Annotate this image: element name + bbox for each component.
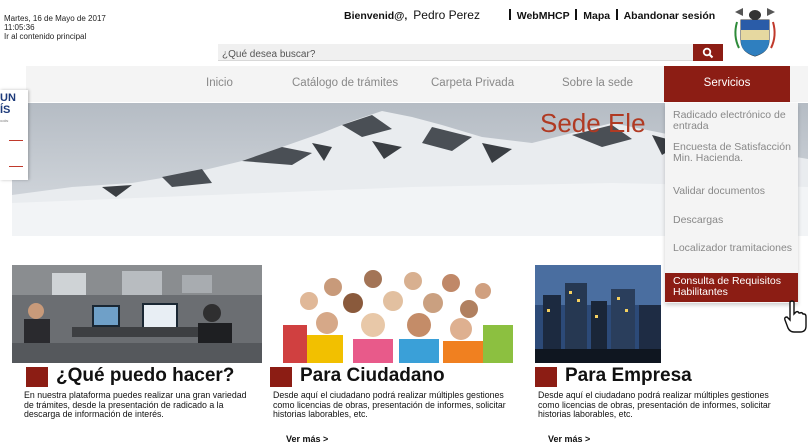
card-title-que-puedo-hacer[interactable]: ¿Qué puedo hacer? [26,365,262,387]
user-name: Pedro Perez [413,8,480,22]
card-image-para-empresa[interactable] [535,265,661,363]
people-photo [273,265,523,363]
card-title-para-ciudadano[interactable]: Para Ciudadano [270,365,520,387]
office-photo [12,265,262,363]
separator [508,9,511,20]
nav-item-carpeta-privada[interactable]: Carpeta Privada [431,66,514,102]
card-description: En nuestra plataforma puedes realizar un… [24,390,247,419]
nav-item-sobre-la-sede[interactable]: Sobre la sede [562,66,633,102]
dropdown-item-descargas[interactable]: Descargas [673,215,796,226]
coat-of-arms-logo [734,8,776,57]
dropdown-item-radicado[interactable]: Radicado electrónico de entrada [673,110,796,132]
dropdown-item-validar[interactable]: Validar documentos [673,186,796,197]
card-title-text: Para Empresa [565,365,692,386]
skip-to-content-link[interactable]: Ir al contenido principal [4,32,106,41]
card-title-text: Para Ciudadano [300,365,445,386]
user-bar: Bienvenid@, Pedro Perez WebMHCP Mapa Aba… [344,8,715,22]
card-title-para-empresa[interactable]: Para Empresa [535,365,735,387]
nav-item-catalogo[interactable]: Catálogo de trámites [292,66,398,102]
banner-title: Sede Ele [540,108,646,138]
logout-link[interactable]: Abandonar sesión [624,10,716,22]
nav-item-servicios[interactable]: Servicios [664,66,790,102]
hand-cursor-icon [784,300,807,333]
ver-mas-link-empresa[interactable]: Ver más > [548,434,590,444]
card-description: Desde aquí el ciudadano podrá realizar m… [273,390,506,419]
current-date: Martes, 16 de Mayo de 2017 [4,14,106,23]
mapa-link[interactable]: Mapa [583,10,610,22]
logo-text-1: UN [0,92,16,104]
search-icon [702,47,714,58]
main-nav: Inicio Catálogo de trámites Carpeta Priv… [26,66,808,102]
title-square-marker [26,367,48,387]
city-photo [535,265,661,363]
search-input[interactable] [218,46,678,63]
logo-text-2: ÍS [0,104,11,116]
nav-item-inicio[interactable]: Inicio [206,66,233,102]
title-square-marker [535,367,557,387]
card-description: Desde aquí el ciudadano podrá realizar m… [538,390,771,419]
ver-mas-link-ciudadano[interactable]: Ver más > [286,434,328,444]
separator [575,9,578,20]
card-image-para-ciudadano[interactable] [273,265,523,363]
separator [616,9,619,20]
card-image-que-puedo-hacer[interactable] [12,265,262,363]
title-square-marker [270,367,292,387]
datetime-block: Martes, 16 de Mayo de 2017 11:05:36 Ir a… [4,14,106,41]
logo-divider [9,166,23,167]
current-time: 11:05:36 [4,23,35,32]
logo-divider [9,140,23,141]
dropdown-item-consulta-requisitos[interactable]: Consulta de Requisitos Habilitantes [665,273,798,302]
dropdown-item-localizador[interactable]: Localizador tramitaciones [673,243,796,254]
servicios-dropdown: Radicado electrónico de entrada Encuesta… [665,103,798,303]
card-title-text: ¿Qué puedo hacer? [56,365,235,386]
search-bar [218,44,723,63]
search-button[interactable] [693,44,723,61]
logo-text-3: ICIÓN [0,119,9,123]
webmhcp-link[interactable]: WebMHCP [517,10,570,22]
dropdown-item-encuesta[interactable]: Encuesta de Satisfacción Min. Hacienda. [673,142,796,164]
site-logo[interactable]: UN ÍS ICIÓN [0,90,28,180]
welcome-label: Bienvenid@, [344,10,408,22]
